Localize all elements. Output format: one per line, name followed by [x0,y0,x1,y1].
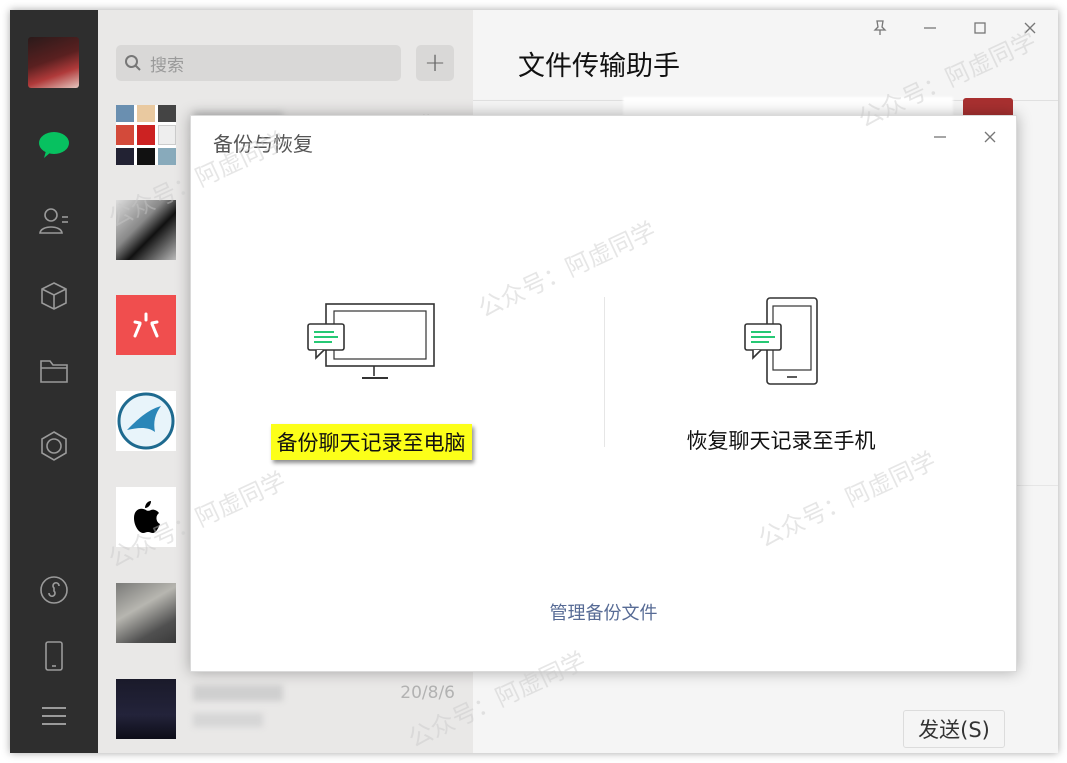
chat-name [193,685,283,701]
search-icon [116,54,150,72]
add-chat-button[interactable]: + [416,45,454,81]
chat-avatar [116,295,176,355]
menu-icon[interactable] [36,698,72,734]
chat-avatar [116,583,176,643]
pin-icon[interactable] [868,16,892,40]
close-icon[interactable] [1018,16,1042,40]
phone-icon[interactable] [36,638,72,674]
miniprogram-icon[interactable] [36,572,72,608]
contacts-icon[interactable] [36,203,72,239]
phone-device-icon [744,297,818,385]
close-icon[interactable] [977,124,1003,150]
maximize-icon[interactable] [968,16,992,40]
message-bubble [623,97,953,117]
nav-sidebar [10,10,98,753]
list-item[interactable]: 20/8/6 [98,679,473,753]
backup-to-pc-option[interactable]: 备份聊天记录至电脑 [261,302,481,460]
monitor-icon [307,303,435,379]
restore-option-label: 恢复聊天记录至手机 [686,429,876,453]
minimize-icon[interactable] [918,16,942,40]
chat-avatar [116,487,176,547]
group-avatar [116,105,176,165]
chat-avatar [116,200,176,260]
search-input[interactable]: 搜索 [150,51,184,76]
minimize-icon[interactable] [927,124,953,150]
page-title: 文件传输助手 [518,51,680,82]
search-box[interactable]: 搜索 [116,45,401,81]
manage-backup-link[interactable]: 管理备份文件 [191,599,1016,625]
chat-icon[interactable] [36,127,72,163]
chat-preview [193,713,263,727]
folder-icon[interactable] [36,353,72,389]
chat-avatar [116,391,176,451]
backup-option-label: 备份聊天记录至电脑 [270,424,472,460]
favorites-icon[interactable] [36,278,72,314]
chat-avatar [116,679,176,739]
dialog-title: 备份与恢复 [213,132,313,156]
avatar[interactable] [28,37,79,88]
restore-to-phone-option[interactable]: 恢复聊天记录至手机 [671,296,891,458]
send-button[interactable]: 发送(S) [903,710,1005,748]
backup-restore-dialog: 备份与恢复 备份聊天记录至电脑 恢复聊天记录至手机 管理备份文件 [190,115,1017,672]
chat-time: 20/8/6 [400,683,455,703]
moments-icon[interactable] [36,428,72,464]
options-divider [604,297,605,447]
